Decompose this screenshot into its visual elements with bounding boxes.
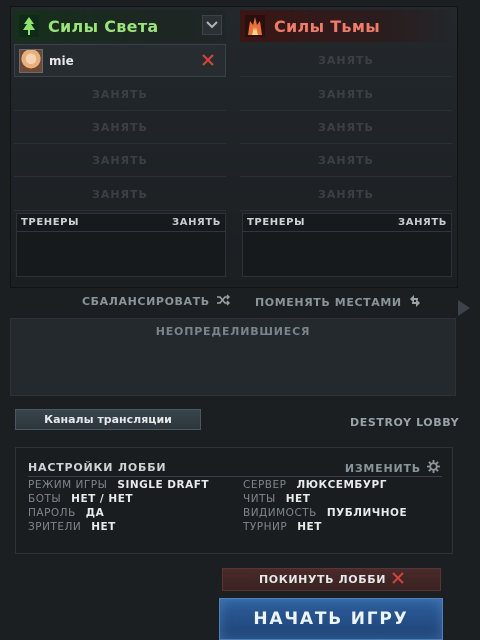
setting-cheats: ЧИТЫ НЕТ bbox=[243, 493, 311, 505]
dire-slot-2[interactable]: ЗАНЯТЬ bbox=[240, 78, 452, 111]
dire-slot-4[interactable]: ЗАНЯТЬ bbox=[240, 144, 452, 177]
close-icon[interactable] bbox=[201, 53, 217, 69]
radiant-coaches: ТРЕНЕРЫ ЗАНЯТЬ bbox=[16, 213, 226, 277]
dire-coaches: ТРЕНЕРЫ ЗАНЯТЬ bbox=[242, 213, 452, 277]
radiant-team: Силы Света mie ЗАНЯТЬ ЗАНЯТЬ ЗАНЯТЬ ЗАНЯ… bbox=[14, 10, 226, 282]
coaches-label: ТРЕНЕРЫ bbox=[247, 217, 306, 228]
swap-icon bbox=[408, 294, 422, 311]
setting-server: СЕРВЕР ЛЮКСЕМБУРГ bbox=[243, 479, 387, 491]
coaches-label: ТРЕНЕРЫ bbox=[21, 217, 80, 228]
lobby-settings: НАСТРОЙКИ ЛОББИ ИЗМЕНИТЬ РЕЖИМ ИГРЫ SINGL… bbox=[15, 447, 453, 554]
setting-game-mode: РЕЖИМ ИГРЫ SINGLE DRAFT bbox=[28, 479, 210, 491]
setting-visibility: ВИДИМОСТЬ ПУБЛИЧНОЕ bbox=[243, 507, 408, 519]
radiant-slot-3[interactable]: ЗАНЯТЬ bbox=[14, 111, 226, 144]
dire-tower-icon bbox=[244, 15, 266, 37]
dire-team: Силы Тьмы ЗАНЯТЬ ЗАНЯТЬ ЗАНЯТЬ ЗАНЯТЬ ЗА… bbox=[240, 10, 452, 282]
chevron-down-icon[interactable] bbox=[202, 15, 222, 35]
radiant-tree-icon bbox=[18, 15, 40, 37]
close-icon bbox=[392, 572, 404, 587]
destroy-lobby-button[interactable]: DESTROY LOBBY bbox=[350, 416, 459, 429]
unassigned-area[interactable]: НЕОПРЕДЕЛИВШИЕСЯ bbox=[10, 318, 456, 396]
radiant-header: Силы Света bbox=[14, 10, 226, 42]
settings-title: НАСТРОЙКИ ЛОББИ bbox=[28, 461, 167, 474]
unassigned-label: НЕОПРЕДЕЛИВШИЕСЯ bbox=[155, 325, 311, 338]
swap-label: ПОМЕНЯТЬ МЕСТАМИ bbox=[255, 296, 402, 309]
leave-lobby-label: ПОКИНУТЬ ЛОББИ bbox=[258, 573, 387, 586]
shuffle-icon bbox=[216, 294, 230, 309]
radiant-slot-4[interactable]: ЗАНЯТЬ bbox=[14, 144, 226, 177]
dire-slot-1[interactable]: ЗАНЯТЬ bbox=[240, 44, 452, 77]
start-game-button[interactable]: НАЧАТЬ ИГРУ bbox=[219, 598, 443, 640]
broadcast-channels-button[interactable]: Каналы трансляции bbox=[15, 409, 201, 430]
dire-slot-3[interactable]: ЗАНЯТЬ bbox=[240, 111, 452, 144]
dire-slot-5[interactable]: ЗАНЯТЬ bbox=[240, 178, 452, 211]
leave-lobby-button[interactable]: ПОКИНУТЬ ЛОББИ bbox=[222, 568, 441, 591]
balance-button[interactable]: СБАЛАНСИРОВАТЬ bbox=[82, 294, 230, 309]
radiant-slot-2[interactable]: ЗАНЯТЬ bbox=[14, 78, 226, 111]
divider bbox=[28, 476, 442, 477]
balance-label: СБАЛАНСИРОВАТЬ bbox=[82, 295, 210, 308]
coach-take-button[interactable]: ЗАНЯТЬ bbox=[398, 217, 447, 228]
radiant-slot-1[interactable]: mie bbox=[14, 44, 226, 77]
swap-button[interactable]: ПОМЕНЯТЬ МЕСТАМИ bbox=[255, 294, 422, 311]
player-name: mie bbox=[49, 53, 74, 68]
coach-take-button[interactable]: ЗАНЯТЬ bbox=[172, 217, 221, 228]
gear-icon bbox=[427, 460, 440, 476]
edit-settings-button[interactable]: ИЗМЕНИТЬ bbox=[345, 460, 440, 476]
dire-title: Силы Тьмы bbox=[274, 16, 380, 36]
dire-header: Силы Тьмы bbox=[240, 10, 452, 42]
setting-password: ПАРОЛЬ ДА bbox=[28, 507, 105, 519]
arrow-right-icon[interactable] bbox=[458, 300, 470, 316]
edit-label: ИЗМЕНИТЬ bbox=[344, 461, 421, 475]
setting-tournament: ТУРНИР НЕТ bbox=[243, 521, 322, 533]
setting-bots: БОТЫ НЕТ / НЕТ bbox=[28, 493, 134, 505]
avatar bbox=[19, 48, 43, 73]
radiant-slot-5[interactable]: ЗАНЯТЬ bbox=[14, 178, 226, 211]
radiant-title: Силы Света bbox=[48, 16, 159, 36]
setting-spectators: ЗРИТЕЛИ НЕТ bbox=[28, 521, 116, 533]
